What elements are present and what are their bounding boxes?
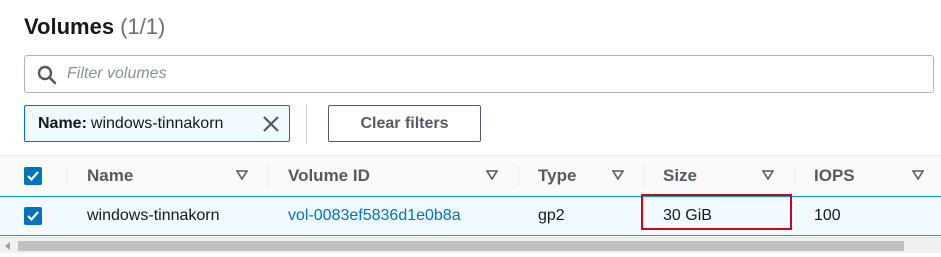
checkmark-icon	[27, 171, 39, 182]
column-divider	[643, 166, 644, 186]
sort-down-icon[interactable]	[236, 170, 248, 180]
table-row[interactable]: windows-tinnakorn vol-0083ef5836d1e0b8a …	[0, 194, 941, 236]
sort-down-icon[interactable]	[912, 170, 924, 180]
horizontal-scrollbar[interactable]	[0, 237, 941, 253]
column-divider	[794, 166, 795, 186]
sort-down-icon[interactable]	[612, 170, 624, 180]
column-divider	[268, 166, 269, 186]
row-checkbox[interactable]	[24, 207, 42, 225]
filter-token: Name: windows-tinnakorn	[24, 105, 290, 142]
cell-iops: 100	[814, 207, 841, 224]
column-header-size[interactable]: Size	[663, 156, 697, 195]
column-divider	[66, 166, 67, 186]
clear-filters-button[interactable]: Clear filters	[328, 105, 481, 142]
toolbar-divider	[306, 104, 307, 144]
filter-token-value: windows-tinnakorn	[90, 114, 224, 132]
column-header-type[interactable]: Type	[538, 156, 576, 195]
filter-volumes-input[interactable]	[67, 57, 927, 91]
scrollbar-thumb[interactable]	[18, 241, 904, 251]
search-icon	[37, 65, 57, 85]
column-header-name[interactable]: Name	[87, 156, 133, 195]
filter-token-key: Name:	[38, 114, 87, 132]
volume-id-link[interactable]: vol-0083ef5836d1e0b8a	[288, 197, 461, 235]
page-title-text: Volumes	[24, 14, 115, 39]
column-divider	[518, 166, 519, 186]
volume-count: (1/1)	[120, 14, 166, 39]
column-header-volume-id[interactable]: Volume ID	[288, 156, 370, 195]
cell-name: windows-tinnakorn	[87, 207, 220, 224]
filter-volumes-box[interactable]	[24, 55, 934, 93]
close-icon[interactable]	[261, 114, 281, 134]
table-header: Name Volume ID Type Size IOPS	[0, 155, 941, 196]
sort-down-icon[interactable]	[486, 170, 498, 180]
checkmark-icon	[27, 211, 39, 222]
sort-down-icon[interactable]	[762, 170, 774, 180]
scroll-left-arrow-icon[interactable]	[0, 238, 16, 254]
cell-size: 30 GiB	[663, 207, 712, 224]
column-header-iops[interactable]: IOPS	[814, 156, 855, 195]
page-title: Volumes (1/1)	[24, 14, 165, 40]
select-all-checkbox[interactable]	[24, 167, 42, 185]
cell-type: gp2	[538, 207, 565, 224]
